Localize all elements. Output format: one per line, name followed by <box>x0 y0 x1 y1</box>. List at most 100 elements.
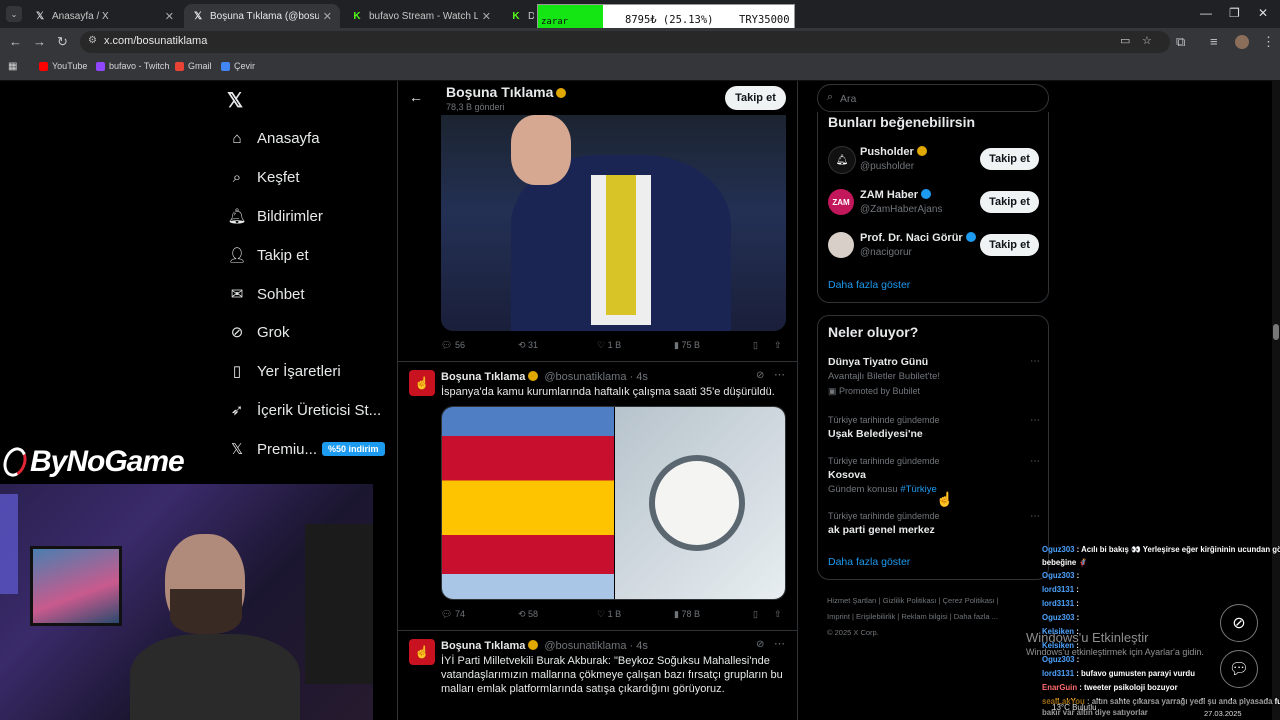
follow-button[interactable]: Takip et <box>980 191 1039 213</box>
trend-hashtag[interactable]: #Türkiye <box>900 484 936 495</box>
bookmark-icon[interactable]: ▯ <box>753 609 758 620</box>
more-options-icon[interactable]: ⋯ <box>1030 415 1040 426</box>
nav-label: Grok <box>257 323 290 341</box>
more-options-icon[interactable]: ⋯ <box>1030 511 1040 522</box>
address-bar[interactable]: ⚙ x.com/bosunatiklama ▭ ☆ <box>80 31 1170 53</box>
footer-link[interactable]: Imprint <box>827 612 850 621</box>
nav-notifications[interactable]: 🔔︎ Bildirimler <box>227 206 322 226</box>
messages-fab-button[interactable]: 💬︎ <box>1220 650 1258 688</box>
nav-label: Takip et <box>257 246 309 264</box>
avatar[interactable]: ☝ <box>409 639 435 665</box>
nav-messages[interactable]: ✉ Sohbet <box>227 284 305 304</box>
minimize-icon[interactable]: — <box>1200 6 1212 20</box>
reply-count: 56 <box>454 340 465 350</box>
show-more-link[interactable]: Daha fazla göster <box>828 279 910 291</box>
tweet-author[interactable]: Boşuna Tıklama @bosunatiklama · 4s <box>441 640 648 652</box>
trend-item[interactable]: Türkiye tarihinde gündemde Kosova Gündem… <box>828 456 1040 495</box>
bookmark-translate[interactable]: Çevir <box>221 61 255 71</box>
scrollbar-thumb[interactable] <box>1273 324 1279 340</box>
search-input[interactable]: ⌕ Ara <box>817 84 1049 112</box>
grok-icon[interactable]: ⊘ <box>756 639 764 650</box>
profile-name: Boşuna Tıklama <box>446 84 567 100</box>
trend-context: Türkiye tarihinde gündemde <box>828 511 940 521</box>
browser-tab-active[interactable]: 𝕏 Boşuna Tıklama (@bosunatiklama) / X ✕ <box>184 4 340 28</box>
nav-home[interactable]: ⌂ Anasayfa <box>227 128 319 148</box>
trend-item[interactable]: Türkiye tarihinde gündemde Uşak Belediye… <box>828 415 1040 440</box>
tweet-image[interactable] <box>441 406 786 600</box>
more-options-icon[interactable]: ⋯ <box>1030 456 1040 467</box>
more-options-icon[interactable]: ⋯ <box>1030 356 1040 367</box>
cast-icon[interactable]: ▭ <box>1120 34 1130 47</box>
chat-text: : <box>1076 585 1079 594</box>
reply-button[interactable]: 💬︎ 74 <box>441 609 465 620</box>
site-info-icon[interactable]: ⚙ <box>88 35 97 46</box>
follow-button[interactable]: Takip et <box>980 234 1039 256</box>
star-icon[interactable]: ☆ <box>1142 34 1152 47</box>
apps-icon[interactable]: ▦ <box>8 61 17 72</box>
tweet-image[interactable] <box>441 115 786 331</box>
nav-label: Keşfet <box>257 168 300 186</box>
nav-grok[interactable]: ⊘ Grok <box>227 322 290 342</box>
grok-icon[interactable]: ⊘ <box>756 370 764 381</box>
retweet-button[interactable]: ⟲ 58 <box>518 609 538 620</box>
views-button[interactable]: ▮ 75 B <box>674 340 700 351</box>
alarm-clock-image <box>615 407 785 599</box>
maximize-icon[interactable]: ❐ <box>1229 6 1240 20</box>
extensions-icon[interactable]: ⧉ <box>1176 34 1185 50</box>
author-name: Boşuna Tıklama <box>441 640 526 652</box>
follow-button[interactable]: Takip et <box>725 86 786 110</box>
tab-search-button[interactable]: ⌄ <box>6 6 22 22</box>
more-options-icon[interactable]: ⋯ <box>774 368 785 381</box>
show-more-link[interactable]: Daha fazla göster <box>828 556 910 568</box>
more-options-icon[interactable]: ⋯ <box>774 637 785 650</box>
tweet-author[interactable]: Boşuna Tıklama @bosunatiklama · 4s <box>441 371 648 383</box>
browser-tab[interactable]: 𝕏 Anasayfa / X ✕ <box>26 4 182 28</box>
suggestion-item[interactable]: Prof. Dr. Naci Görür @nacigorur Takip et <box>828 228 1040 264</box>
close-icon[interactable]: ✕ <box>165 10 174 23</box>
browser-tab[interactable]: K Dro <box>502 4 542 28</box>
trend-item[interactable]: Türkiye tarihinde gündemde ak parti gene… <box>828 511 1040 536</box>
share-icon[interactable]: ⇧ <box>774 340 782 351</box>
back-arrow-icon[interactable]: ← <box>409 89 423 105</box>
suggestion-item[interactable]: 🔔︎ Pusholder @pusholder Takip et <box>828 142 1040 178</box>
follow-button[interactable]: Takip et <box>980 148 1039 170</box>
footer-link[interactable]: Daha fazla ... <box>954 612 998 621</box>
reload-icon[interactable]: ↻ <box>57 34 68 50</box>
browser-tab[interactable]: K bufavo Stream - Watch Live on Kick ✕ <box>343 4 499 28</box>
nav-follow[interactable]: 👤︎ Takip et <box>227 245 309 265</box>
reading-list-icon[interactable]: ≡ <box>1210 34 1218 49</box>
nav-creator-studio[interactable]: ➶ İçerik Üreticisi St... <box>227 400 381 420</box>
footer-link[interactable]: Reklam bilgisi <box>901 612 947 621</box>
share-icon[interactable]: ⇧ <box>774 609 782 620</box>
menu-icon[interactable]: ⋮ <box>1262 34 1275 50</box>
retweet-button[interactable]: ⟲ 31 <box>518 340 538 351</box>
like-button[interactable]: ♡ 1 B <box>597 340 621 351</box>
forward-arrow-icon[interactable]: → <box>33 34 46 49</box>
suggestion-item[interactable]: ZAM ZAM Haber @ZamHaberAjans Takip et <box>828 185 1040 221</box>
close-icon[interactable]: ✕ <box>482 10 491 23</box>
avatar[interactable]: ☝ <box>409 370 435 396</box>
profile-avatar[interactable] <box>1235 35 1249 49</box>
nav-bookmarks[interactable]: ▯ Yer İşaretleri <box>227 361 341 381</box>
footer-link[interactable]: Erişilebilirlik <box>856 612 895 621</box>
nav-premium[interactable]: 𝕏 Premiu... <box>227 439 317 459</box>
close-icon[interactable]: ✕ <box>323 10 332 23</box>
trend-item[interactable]: Dünya Tiyatro Günü Avantajlı Biletler Bu… <box>828 356 1040 397</box>
bookmark-twitch[interactable]: bufavo - Twitch <box>96 61 169 71</box>
like-button[interactable]: ♡ 1 B <box>597 609 621 620</box>
footer-link[interactable]: Hizmet Şartları <box>827 596 877 605</box>
bookmark-icon[interactable]: ▯ <box>753 340 758 351</box>
footer-link[interactable]: Gizlilik Politikası <box>883 596 937 605</box>
bookmark-gmail[interactable]: Gmail <box>175 61 212 71</box>
views-button[interactable]: ▮ 78 B <box>674 609 700 620</box>
kick-logo-icon: K <box>353 10 361 22</box>
back-arrow-icon[interactable]: ← <box>9 34 22 49</box>
reply-button[interactable]: 💬︎ 56 <box>441 340 465 351</box>
grok-fab-button[interactable]: ⊘ <box>1220 604 1258 642</box>
nav-explore[interactable]: ⌕ Keşfet <box>227 167 300 187</box>
footer-link[interactable]: Çerez Politikası <box>943 596 995 605</box>
chat-user: lord3131 <box>1042 669 1075 678</box>
x-logo-icon[interactable]: 𝕏 <box>227 88 243 113</box>
close-window-icon[interactable]: ✕ <box>1258 6 1268 20</box>
bookmark-youtube[interactable]: YouTube <box>39 61 87 71</box>
